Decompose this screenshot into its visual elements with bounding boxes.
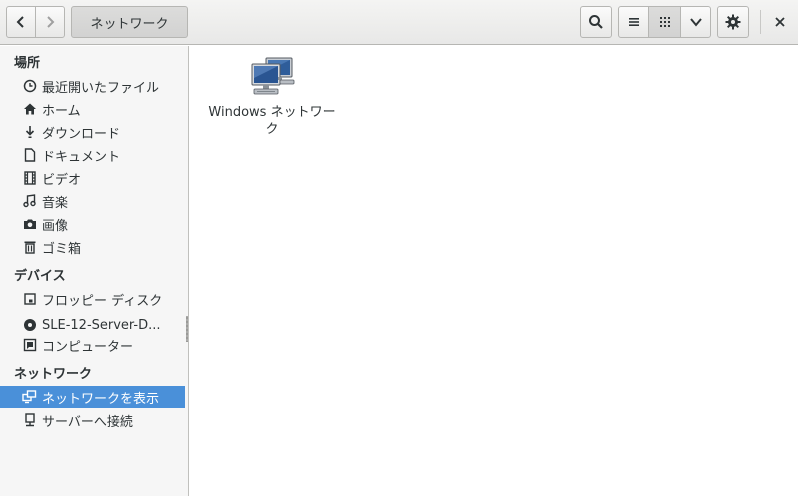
disc-icon [22,318,37,333]
sidebar-item-label: ホーム [42,103,81,119]
view-options-button[interactable] [680,6,711,38]
sidebar-item-label: ドキュメント [42,149,121,165]
sidebar-item-browse-network[interactable]: ネットワークを表示 [0,386,185,408]
settings-button[interactable] [717,6,749,38]
windows-network-icon [251,57,295,95]
search-icon [589,15,603,29]
sidebar: 場所 最近開いたファイル ホーム ダウンロード ドキュメント ビデオ 音楽 画像… [0,46,189,496]
devices-section-title: デバイス [14,269,66,284]
network-icon [22,390,37,405]
sidebar-item-downloads[interactable]: ダウンロード [0,121,185,143]
server-icon [22,413,37,428]
sidebar-item-recent[interactable]: 最近開いたファイル [0,75,185,97]
sidebar-item-label: コンピューター [42,339,134,355]
sidebar-item-label: フロッピー ディスク [42,293,163,309]
sidebar-item-sle-disc[interactable]: SLE-12-Server-D... [0,314,185,336]
sidebar-item-computer[interactable]: コンピューター [0,334,185,356]
home-icon [22,102,37,117]
sidebar-item-label: ネットワークを表示 [42,391,160,407]
sidebar-item-label: 音楽 [42,195,69,211]
grid-view-button[interactable] [648,6,681,38]
sidebar-item-connect-server[interactable]: サーバーへ接続 [0,409,185,431]
path-bar-network-button[interactable]: ネットワーク [71,6,188,38]
sidebar-item-pictures[interactable]: 画像 [0,213,185,235]
back-button[interactable] [6,6,36,38]
clock-icon [22,79,37,94]
sidebar-item-label: ダウンロード [42,126,121,142]
chevron-down-icon [689,18,702,27]
camera-icon [22,217,37,232]
chevron-right-icon [47,16,55,28]
sidebar-item-trash[interactable]: ゴミ箱 [0,236,185,258]
file-view: Windows ネットワーク [190,46,798,496]
forward-button[interactable] [35,6,65,38]
film-icon [22,171,37,186]
search-button[interactable] [580,6,612,38]
chevron-left-icon [16,16,24,28]
close-icon [775,17,785,27]
sidebar-resize-handle[interactable] [186,316,188,342]
grid-icon [659,17,670,27]
file-item-label: Windows ネットワーク [208,105,336,137]
music-icon [22,194,37,209]
sidebar-item-floppy[interactable]: フロッピー ディスク [0,288,185,310]
trash-icon [22,240,37,255]
document-icon [22,148,37,163]
sidebar-item-label: 画像 [42,218,69,234]
path-bar-label: ネットワーク [90,16,169,32]
sidebar-item-documents[interactable]: ドキュメント [0,144,185,166]
header-bar: ネットワーク [0,0,798,45]
places-section-title: 場所 [14,56,41,71]
sidebar-item-label: SLE-12-Server-D... [42,317,161,333]
sidebar-item-label: 最近開いたファイル [42,80,160,96]
gear-icon [725,14,741,30]
sidebar-item-home[interactable]: ホーム [0,98,185,120]
floppy-icon [22,292,37,307]
header-separator [760,10,761,34]
sidebar-item-label: サーバーへ接続 [42,414,133,430]
list-view-button[interactable] [618,6,649,38]
sidebar-item-label: ビデオ [42,172,82,188]
file-item-windows-network[interactable]: Windows ネットワーク [204,56,340,138]
download-icon [22,125,37,140]
close-window-button[interactable] [766,8,794,36]
sidebar-item-videos[interactable]: ビデオ [0,167,185,189]
sidebar-item-label: ゴミ箱 [42,241,82,257]
sidebar-item-music[interactable]: 音楽 [0,190,185,212]
network-section-title: ネットワーク [14,367,93,382]
list-icon [628,18,639,26]
computer-icon [22,338,37,353]
